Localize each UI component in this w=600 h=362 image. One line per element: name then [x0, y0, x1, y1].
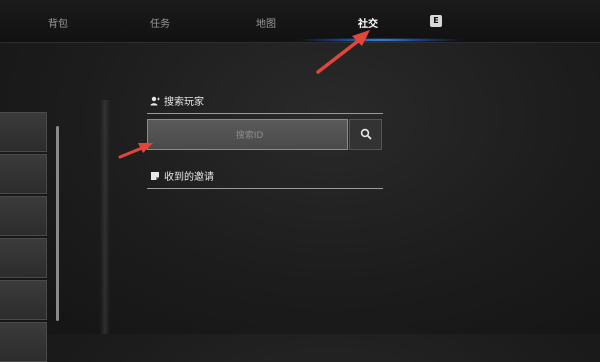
section-divider — [147, 188, 383, 189]
search-icon — [360, 125, 372, 144]
list-scrollbar[interactable] — [56, 126, 59, 321]
annotation-arrow-icon — [316, 30, 370, 74]
search-input[interactable] — [148, 120, 351, 151]
tab-map[interactable]: 地图 — [256, 15, 276, 30]
invites-heading: 收到的邀请 — [150, 168, 214, 183]
top-nav-bar: 背包 任务 地图 社交 E — [0, 0, 600, 43]
annotation-arrow-icon — [118, 143, 153, 159]
note-icon — [150, 171, 160, 181]
section-divider — [147, 113, 383, 114]
search-button[interactable] — [349, 119, 382, 150]
list-item[interactable] — [0, 238, 47, 278]
tab-bag[interactable]: 背包 — [48, 15, 68, 30]
search-players-heading: 搜索玩家 — [150, 93, 204, 108]
friends-list-panel — [0, 112, 48, 362]
search-players-title: 搜索玩家 — [164, 97, 204, 108]
add-user-icon — [150, 96, 160, 106]
invites-title: 收到的邀请 — [164, 172, 214, 183]
panel-divider — [100, 100, 110, 334]
list-item[interactable] — [0, 322, 47, 362]
key-hint-badge: E — [430, 15, 442, 27]
list-item[interactable] — [0, 112, 47, 152]
list-item[interactable] — [0, 196, 47, 236]
list-item[interactable] — [0, 280, 47, 320]
tab-quests[interactable]: 任务 — [150, 15, 170, 30]
search-id-field[interactable] — [147, 119, 351, 151]
list-item[interactable] — [0, 154, 47, 194]
